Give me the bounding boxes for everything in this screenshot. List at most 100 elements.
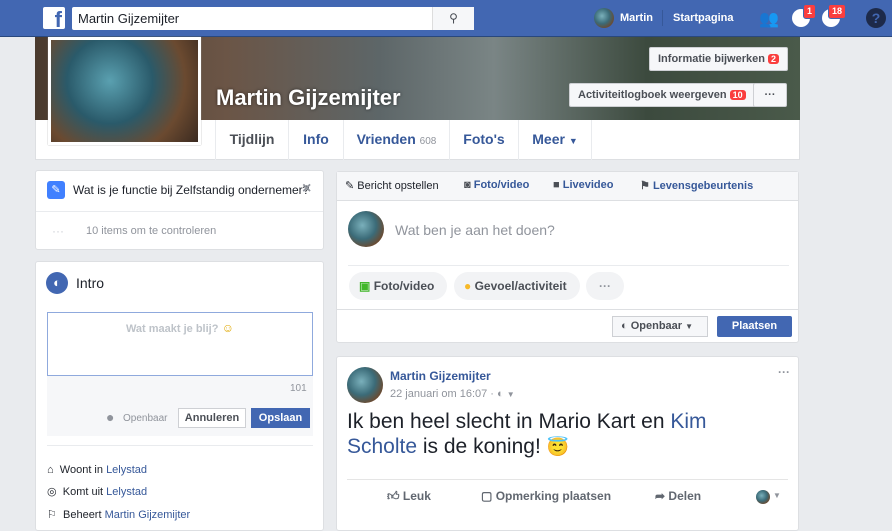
tab-more[interactable]: Meer ▼ [518,120,592,160]
timestamp-text: 22 januari om 16:07 [390,388,488,400]
activity-log-button[interactable]: Activiteitlogboek weergeven 10 [569,83,755,107]
comment-icon: ▢ [481,489,493,503]
status-input[interactable]: Wat ben je aan het doen? [395,222,555,238]
divider [662,10,663,26]
activity-log-label: Activiteitlogboek weergeven [578,89,727,101]
tab-photo-video[interactable]: ◙ Foto/video [464,179,529,191]
thumbs-up-icon: 👍︎ [387,489,400,503]
pencil-icon: ✎ [345,180,355,192]
intro-item-from: ◎ Komt uit Lelystad [47,485,147,498]
divider [347,479,788,480]
profile-prompt-card: ✎ Wat is je functie bij Zelfstandig onde… [35,170,324,250]
search-input[interactable]: Martin Gijzemijter [72,7,474,30]
search-button[interactable]: ⚲ [432,7,474,30]
button-label: Gevoel/activiteit [474,279,567,293]
close-icon[interactable]: × [302,180,311,198]
author-avatar[interactable] [347,367,383,403]
post-text-part: is de koning! [417,435,547,458]
emoji-icon: 😇 [546,437,570,457]
reaction-avatar-selector[interactable] [756,490,770,504]
feeling-activity-button[interactable]: ● Gevoel/activiteit [454,272,580,300]
cancel-button[interactable]: Annuleren [178,408,246,428]
tab-live-video[interactable]: ■ Livevideo [553,179,613,191]
divider [337,309,798,310]
post-composer: ✎ Bericht opstellen ◙ Foto/video ■ Livev… [336,171,799,343]
timeline-post: Martin Gijzemijter 22 januari om 16:07 ·… [336,356,799,531]
tab-timeline[interactable]: Tijdlijn [215,120,288,160]
location-pin-icon: ◎ [47,486,57,498]
search-icon: ⚲ [449,11,458,25]
privacy-dropdown[interactable]: ◐ Openbaar ▼ [612,316,708,337]
tab-friends-label: Vrienden [356,131,416,147]
item-label: Woont in [59,464,103,476]
tab-label: Livevideo [562,179,614,191]
bio-placeholder: Wat maakt je blij? [125,323,219,335]
home-icon: ⌂ [47,464,54,476]
privacy-label: Openbaar [630,320,683,332]
help-icon[interactable]: ? [866,8,886,28]
update-info-button[interactable]: Informatie bijwerken 2 [649,47,789,71]
comment-button[interactable]: ▢ Opmerking plaatsen [481,489,611,503]
post-text-part: Ik ben heel slecht in Mario Kart en [347,410,671,433]
facebook-logo[interactable]: f [43,7,65,29]
photo-video-button[interactable]: ▣ Foto/video [349,272,447,300]
post-author[interactable]: Martin Gijzemijter [390,369,491,383]
divider [47,445,313,446]
share-icon: ➦ [655,489,666,503]
divider [348,265,789,266]
privacy-selector[interactable]: Openbaar [123,413,167,424]
item-label: Beheert [63,509,102,521]
like-button[interactable]: 👍︎ Leuk [387,489,431,504]
char-count: 101 [290,383,307,394]
post-text: Ik ben heel slecht in Mario Kart en Kim … [347,409,767,460]
more-options-button[interactable]: ··· [753,83,787,107]
more-options-button[interactable]: ··· [586,272,624,300]
intro-item-lives-in: ⌂ Woont in Lelystad [47,464,147,476]
user-avatar[interactable] [594,8,614,28]
tab-write-post[interactable]: ✎ Bericht opstellen [345,179,439,192]
globe-icon: ● [106,409,115,425]
tab-friends[interactable]: Vrienden 608 [343,120,449,160]
friend-requests-icon[interactable]: 👥 [759,9,779,29]
smiley-icon: ☺ [221,321,235,335]
item-link[interactable]: Lelystad [106,486,147,498]
profile-link[interactable]: Martin [620,12,653,24]
video-camera-icon: ■ [553,179,560,191]
intro-title: Intro [76,275,105,291]
globe-icon: ◐ [497,388,504,400]
globe-icon: ◐ [46,272,68,294]
activity-log-badge: 10 [729,90,746,100]
user-avatar [348,211,384,247]
photo-icon: ▣ [359,279,371,293]
tab-info[interactable]: Info [288,120,343,160]
divider [36,211,323,212]
item-link[interactable]: Martin Gijzemijter [105,509,191,521]
home-link[interactable]: Startpagina [673,12,734,24]
tab-life-event[interactable]: ⚑ Levensgebeurtenis [640,179,753,192]
save-button[interactable]: Opslaan [251,408,310,428]
intro-item-manages: ⚐ Beheert Martin Gijzemijter [47,508,190,521]
button-label: Foto/video [373,279,435,293]
job-question[interactable]: Wat is je functie bij Zelfstandig ondern… [73,183,309,197]
friends-count: 608 [419,136,437,147]
smiley-icon: ● [464,279,472,293]
share-label: Delen [668,489,702,503]
post-button[interactable]: Plaatsen [717,316,792,337]
share-button[interactable]: ➦ Delen [655,489,701,503]
bio-input[interactable]: Wat maakt je blij? ☺ [47,312,313,376]
like-label: Leuk [402,489,431,503]
item-link[interactable]: Lelystad [106,464,147,476]
post-timestamp[interactable]: 22 januari om 16:07 · ◐ ▼ [390,388,515,400]
profile-picture[interactable] [48,37,201,145]
top-navigation-bar: f Martin Gijzemijter ⚲ Martin Startpagin… [0,0,892,37]
tab-photos[interactable]: Foto's [449,120,518,160]
messages-badge: 1 [803,4,817,19]
flag-icon: ⚑ [640,180,650,192]
profile-name[interactable]: Martin Gijzemijter [216,85,401,111]
review-items-link[interactable]: 10 items om te controleren [86,225,216,237]
post-menu-button[interactable]: ··· [778,365,790,379]
tab-label: Levensgebeurtenis [652,180,754,192]
chevron-down-icon[interactable]: ▼ [773,491,781,500]
update-info-badge: 2 [768,54,780,64]
intro-card: ◐ Intro Wat maakt je blij? ☺ 101 ● Openb… [35,261,324,531]
